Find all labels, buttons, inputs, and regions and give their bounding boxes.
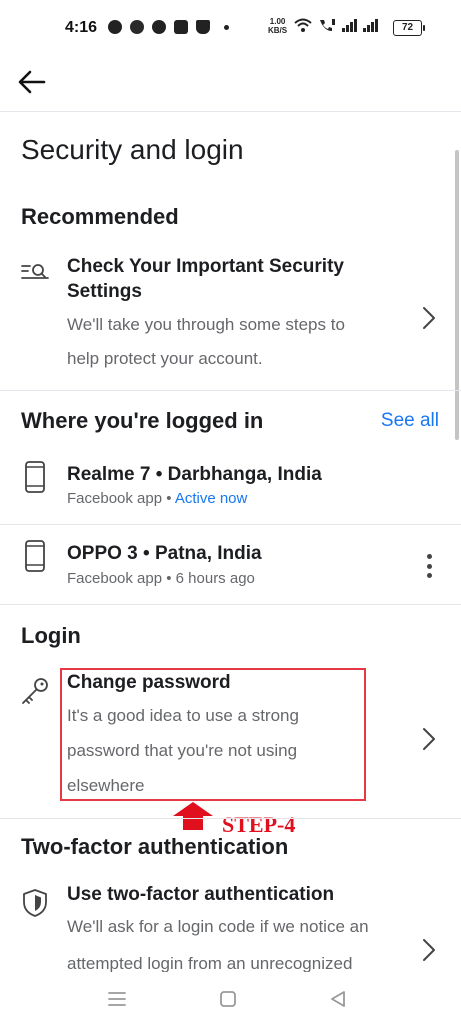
change-password-title: Change password bbox=[67, 672, 231, 693]
status-bar: 4:16 1.00 KB/S 72 bbox=[0, 0, 461, 58]
device-name: Realme 7 • Darbhanga, India bbox=[67, 464, 322, 485]
device-active-status: Active now bbox=[174, 490, 248, 507]
two-factor-item[interactable]: Use two-factor authentication We'll ask … bbox=[0, 878, 461, 972]
app-bar bbox=[0, 58, 461, 112]
system-nav-bar bbox=[0, 972, 461, 1024]
change-password-desc-2: password that you're not using bbox=[67, 741, 298, 760]
security-checkup-title: Check Your Important Security Settings bbox=[67, 256, 344, 302]
back-nav-button[interactable] bbox=[325, 986, 351, 1012]
back-triangle-icon bbox=[331, 991, 345, 1007]
login-heading: Login bbox=[21, 623, 81, 648]
two-factor-title: Use two-factor authentication bbox=[67, 884, 335, 905]
section-divider bbox=[0, 818, 461, 819]
app-notification-icon bbox=[152, 20, 166, 34]
page-title: Security and login bbox=[21, 134, 244, 165]
device-row[interactable]: OPPO 3 • Patna, India Facebook app • 6 h… bbox=[0, 528, 461, 604]
more-notifications-icon bbox=[224, 24, 229, 30]
shield-notification-icon bbox=[130, 20, 144, 34]
section-divider bbox=[0, 604, 461, 605]
change-password-desc-3: elsewhere bbox=[67, 776, 145, 795]
step-arrow-icon bbox=[173, 802, 213, 830]
device-row[interactable]: Realme 7 • Darbhanga, India Facebook app… bbox=[0, 450, 461, 524]
key-icon bbox=[22, 678, 48, 704]
home-square-icon bbox=[220, 991, 236, 1007]
network-speed-unit: KB/S bbox=[268, 26, 288, 35]
change-password-desc-1: It's a good idea to use a strong bbox=[67, 706, 299, 725]
volte-call-icon bbox=[320, 19, 335, 31]
two-factor-desc-2: attempted login from an unrecognized bbox=[67, 954, 353, 972]
device-app: Facebook app • 6 hours ago bbox=[67, 570, 255, 587]
notification-icons bbox=[108, 20, 229, 34]
device-name: OPPO 3 • Patna, India bbox=[67, 543, 262, 564]
recents-button[interactable] bbox=[104, 986, 130, 1012]
card-notification-icon bbox=[174, 20, 188, 34]
two-factor-heading: Two-factor authentication bbox=[21, 834, 289, 859]
back-arrow-icon bbox=[18, 70, 46, 94]
phone-icon bbox=[25, 461, 45, 493]
row-divider bbox=[0, 524, 461, 525]
phone-icon bbox=[25, 540, 45, 572]
chevron-right-icon bbox=[423, 728, 435, 750]
security-checkup-icon bbox=[21, 264, 49, 279]
chevron-right-icon bbox=[423, 307, 435, 329]
device-app: Facebook app • Active now bbox=[67, 490, 247, 507]
menu-icon bbox=[108, 992, 126, 1006]
status-time: 4:16 bbox=[65, 19, 98, 36]
home-button[interactable] bbox=[215, 986, 241, 1012]
system-icons bbox=[294, 18, 378, 32]
battery-icon: 72 bbox=[393, 20, 425, 36]
signal-2-icon bbox=[363, 18, 378, 32]
chevron-right-icon bbox=[423, 939, 435, 961]
wifi-icon bbox=[294, 18, 312, 32]
recommended-heading: Recommended bbox=[21, 204, 179, 229]
network-speed: 1.00 KB/S bbox=[268, 17, 287, 35]
shield-icon bbox=[23, 889, 47, 917]
signal-1-icon bbox=[342, 18, 357, 32]
change-password-item[interactable]: Change password It's a good idea to use … bbox=[0, 668, 461, 808]
two-factor-desc-1: We'll ask for a login code if we notice … bbox=[67, 917, 369, 936]
section-divider bbox=[0, 390, 461, 391]
drive-notification-icon bbox=[196, 20, 210, 34]
more-options-button[interactable] bbox=[425, 554, 433, 578]
security-checkup-desc-1: We'll take you through some steps to bbox=[67, 315, 345, 334]
security-checkup-desc-2: help protect your account. bbox=[67, 349, 263, 368]
logged-in-heading: Where you're logged in bbox=[21, 408, 264, 433]
chat-notification-icon bbox=[108, 20, 122, 34]
see-all-link[interactable]: See all bbox=[381, 410, 439, 432]
device-app-label: Facebook app • bbox=[67, 490, 175, 507]
network-speed-value: 1.00 bbox=[269, 17, 286, 26]
back-button[interactable] bbox=[14, 64, 50, 100]
security-checkup-item[interactable]: Check Your Important Security Settings W… bbox=[0, 248, 461, 390]
